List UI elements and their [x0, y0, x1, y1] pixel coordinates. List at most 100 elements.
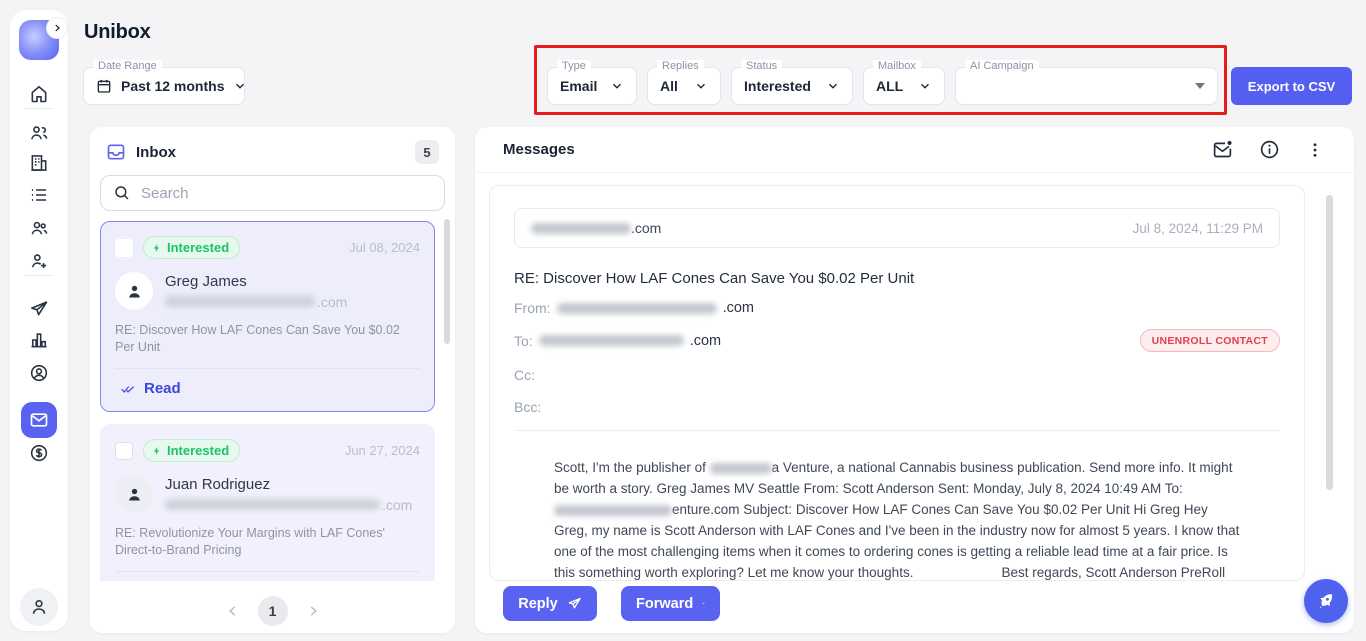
info-icon[interactable] [1259, 139, 1280, 160]
search-icon [113, 184, 131, 202]
cc-label: Cc: [514, 367, 535, 383]
filter-mailbox-select[interactable]: Mailbox ALL [863, 67, 945, 105]
message-thread: .com Jul 8, 2024, 11:29 PM RE: Discover … [489, 185, 1305, 581]
inbox-icon [106, 142, 126, 162]
sidebar-divider [25, 108, 53, 109]
analytics-icon[interactable] [29, 330, 49, 350]
search-input[interactable] [141, 185, 432, 202]
status-badge: Interested [143, 236, 240, 259]
email-checkbox[interactable] [115, 239, 133, 257]
export-to-csv-button[interactable]: Export to CSV [1231, 67, 1352, 105]
send-icon [702, 596, 705, 611]
email-list: Interested Jul 08, 2024 Greg James .com [100, 221, 445, 581]
filter-replies-value: All [660, 78, 678, 94]
lists-icon[interactable] [29, 185, 49, 205]
filter-ai-campaign-select[interactable]: AI Campaign [955, 67, 1218, 105]
filter-replies-select[interactable]: Replies All [647, 67, 721, 105]
chevron-down-icon [233, 79, 247, 93]
avatar [115, 272, 153, 310]
mark-read-link[interactable]: Read [115, 380, 420, 397]
people-icon[interactable] [29, 218, 49, 238]
email-list-item[interactable]: Interested Jul 08, 2024 Greg James .com [100, 221, 435, 412]
redacted-email [165, 499, 380, 510]
from-row: From: .com [514, 300, 1280, 316]
email-subject: RE: Discover How LAF Cones Can Save You … [115, 322, 420, 356]
email-sender-address: .com [165, 497, 412, 513]
sidebar-divider [25, 275, 53, 276]
sender-suffix: .com [631, 220, 661, 236]
mark-unread-icon[interactable] [1212, 139, 1233, 160]
card-divider [115, 368, 420, 369]
message-subject: RE: Discover How LAF Cones Can Save You … [514, 270, 1280, 287]
email-checkbox[interactable] [115, 442, 133, 460]
filter-type-label: Type [557, 60, 591, 72]
bolt-icon [152, 445, 162, 457]
filter-type-select[interactable]: Type Email [547, 67, 637, 105]
forward-button[interactable]: Forward [621, 586, 720, 621]
bcc-row: Bcc: [514, 399, 1280, 415]
email-list-item[interactable]: Interested Jun 27, 2024 Juan Rodriguez .… [100, 424, 435, 581]
email-sender-name: Greg James [165, 273, 347, 290]
sidebar-expand-button[interactable] [46, 17, 68, 39]
filter-status-select[interactable]: Status Interested [731, 67, 853, 105]
redacted-text [554, 505, 672, 516]
unibox-app: Unibox Date Range Past 12 months Type Em… [0, 0, 1366, 641]
billing-icon[interactable] [29, 443, 49, 463]
page-title: Unibox [84, 21, 151, 44]
inbox-title: Inbox [136, 144, 176, 161]
inbox-count-badge: 5 [415, 140, 439, 164]
redacted-email [557, 303, 717, 314]
more-options-icon[interactable] [1306, 141, 1324, 159]
email-sender-name: Juan Rodriguez [165, 476, 412, 493]
prev-page-button[interactable] [226, 604, 240, 618]
company-icon[interactable] [29, 153, 49, 173]
inbox-header: Inbox 5 [100, 139, 445, 165]
filter-mailbox-value: ALL [876, 78, 903, 94]
inbox-search[interactable] [100, 175, 445, 211]
reply-button[interactable]: Reply [503, 586, 597, 621]
unenroll-contact-button[interactable]: UNENROLL CONTACT [1140, 329, 1280, 352]
filter-status-label: Status [741, 60, 782, 72]
filter-mailbox-label: Mailbox [873, 60, 921, 72]
filter-status-value: Interested [744, 78, 811, 94]
cc-row: Cc: [514, 367, 1280, 383]
account-icon[interactable] [29, 363, 49, 383]
message-sender-box: .com Jul 8, 2024, 11:29 PM [514, 208, 1280, 248]
date-range-label: Date Range [93, 60, 162, 72]
redacted-email [539, 335, 684, 346]
chevron-down-icon [826, 79, 840, 93]
list-scrollbar[interactable] [444, 219, 450, 344]
contacts-icon[interactable] [29, 123, 49, 143]
to-label: To: [514, 333, 533, 349]
date-range-value: Past 12 months [121, 78, 224, 94]
filter-ai-campaign-label: AI Campaign [965, 60, 1039, 72]
date-range-select[interactable]: Date Range Past 12 months [83, 67, 245, 105]
user-profile-avatar[interactable] [20, 588, 58, 626]
bcc-label: Bcc: [514, 399, 541, 415]
messages-scrollbar[interactable] [1326, 195, 1333, 490]
double-check-icon [119, 382, 136, 396]
inbox-panel: Inbox 5 Interested Jul 08, 2024 [90, 127, 455, 633]
assistant-fab-button[interactable] [1304, 579, 1348, 623]
email-subject: RE: Revolutionize Your Margins with LAF … [115, 525, 420, 559]
calendar-icon [96, 78, 112, 94]
avatar [115, 475, 153, 513]
filter-replies-label: Replies [657, 60, 704, 72]
next-page-button[interactable] [306, 604, 320, 618]
messages-header: Messages [475, 127, 1354, 173]
home-icon[interactable] [29, 84, 49, 104]
sidebar [10, 10, 68, 631]
email-date: Jun 27, 2024 [345, 443, 420, 458]
messages-panel: Messages .com Jul 8, 2024, 11:29 PM RE: … [475, 127, 1354, 633]
thread-divider [514, 430, 1280, 431]
rocket-icon [1311, 586, 1342, 617]
send-campaigns-icon[interactable] [29, 298, 49, 318]
message-body: Scott, I'm the publisher of a Venture, a… [554, 457, 1242, 581]
chevron-down-icon [610, 79, 624, 93]
send-icon [567, 596, 582, 611]
add-contact-icon[interactable] [29, 251, 49, 271]
card-divider [115, 571, 420, 572]
bolt-icon [152, 242, 162, 254]
unibox-mail-icon[interactable] [21, 402, 57, 438]
page-number[interactable]: 1 [258, 596, 288, 626]
